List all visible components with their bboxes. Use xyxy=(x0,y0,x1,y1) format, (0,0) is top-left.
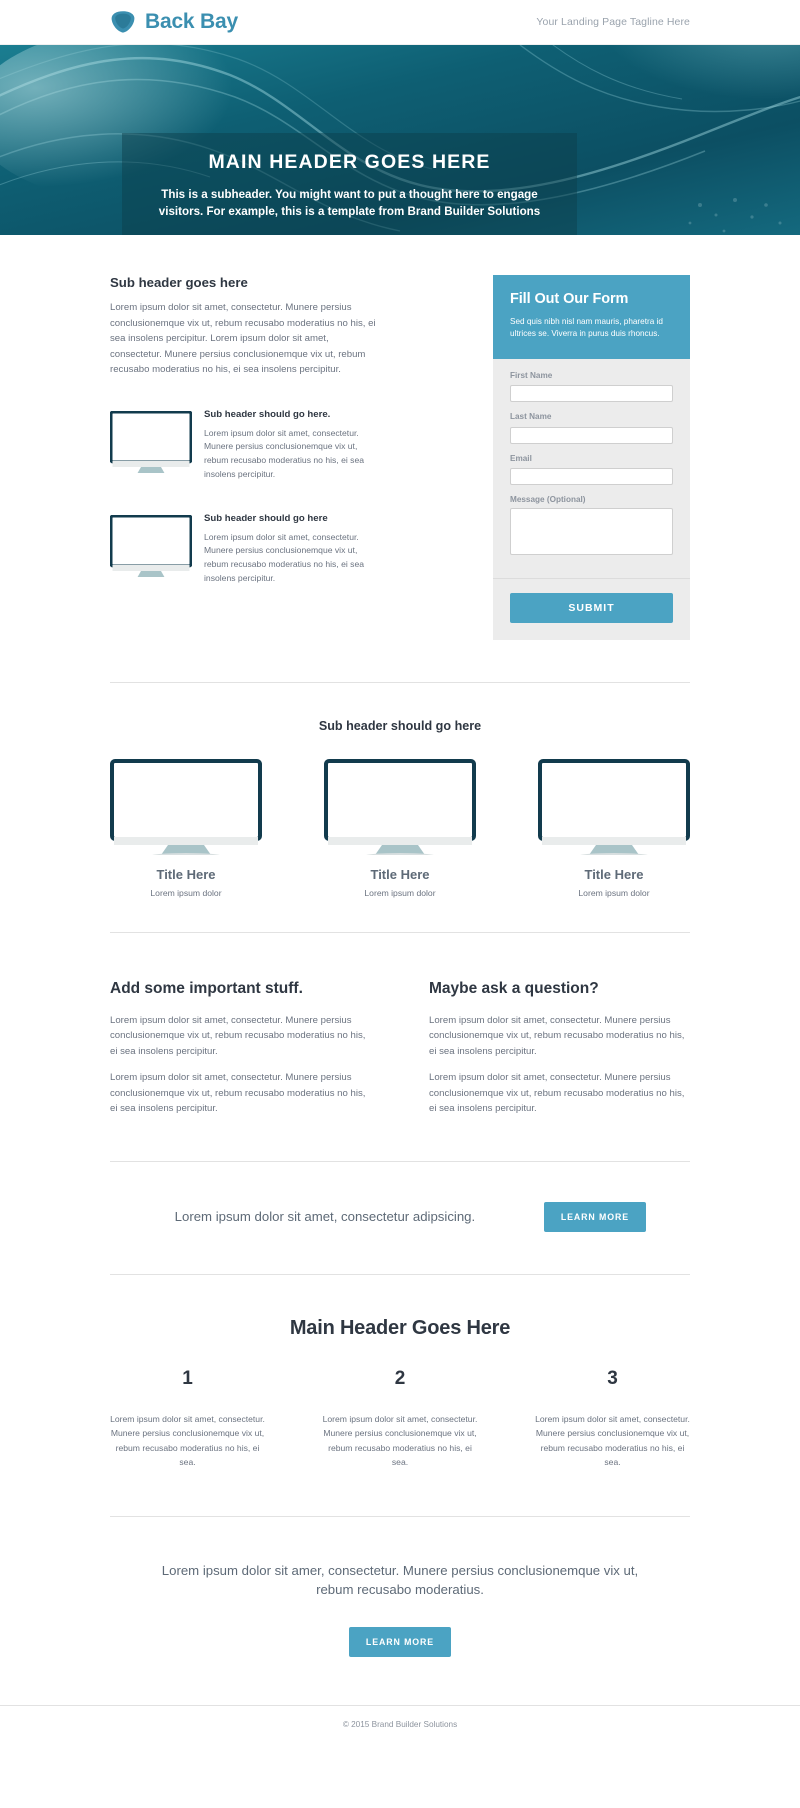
form-subtitle: Sed quis nibh nisl nam mauris, pharetra … xyxy=(510,317,663,339)
numbered-heading: Main Header Goes Here xyxy=(289,1317,511,1339)
learn-more-button[interactable]: LEARN MORE xyxy=(348,1627,452,1658)
feature-description: Lorem ipsum dolor sit amet, consectetur.… xyxy=(204,531,365,583)
numbered-item: 3 Lorem ipsum dolor sit amet, consectetu… xyxy=(535,1368,690,1470)
column-paragraph: Lorem ipsum dolor sit amet, consectetur.… xyxy=(429,1072,685,1115)
form-title: Fill Out Our Form xyxy=(510,291,629,307)
form-footer: SUBMIT xyxy=(493,578,690,641)
column-paragraph: Lorem ipsum dolor sit amet, consectetur.… xyxy=(429,1014,685,1057)
copyright-text: © 2015 Brand Builder Solutions xyxy=(342,1720,458,1730)
brand-name: Back Bay xyxy=(145,10,238,33)
item-number: 1 xyxy=(182,1368,193,1389)
numbered-items: 1 Lorem ipsum dolor sit amet, consectetu… xyxy=(110,1368,690,1470)
column-heading: Add some important stuff. xyxy=(110,980,303,998)
intro-and-form-section: Sub header goes here Lorem ipsum dolor s… xyxy=(110,235,690,641)
numbered-section: Main Header Goes Here 1 Lorem ipsum dolo… xyxy=(110,1275,690,1516)
card-title: Title Here xyxy=(370,867,430,883)
intro-paragraph: Lorem ipsum dolor sit amet, consectetur.… xyxy=(110,302,376,376)
submit-button[interactable]: SUBMIT xyxy=(510,593,673,624)
item-number: 3 xyxy=(607,1368,618,1389)
first-name-field: First Name xyxy=(510,371,673,403)
nav-tagline: Your Landing Page Tagline Here xyxy=(536,16,690,28)
column-heading: Maybe ask a question? xyxy=(429,980,599,998)
hero-section: MAIN HEADER GOES HERE This is a subheade… xyxy=(0,45,800,235)
closing-section: Lorem ipsum dolor sit amer, consectetur.… xyxy=(110,1517,690,1705)
card-subtitle: Lorem ipsum dolor xyxy=(578,888,650,899)
numbered-item: 1 Lorem ipsum dolor sit amet, consectetu… xyxy=(110,1368,265,1470)
page-footer: © 2015 Brand Builder Solutions xyxy=(0,1705,800,1745)
last-name-field: Last Name xyxy=(510,412,673,444)
gem-icon xyxy=(111,11,135,33)
feature-text: Sub header should go here Lorem ipsum do… xyxy=(204,513,377,586)
brand-logo-link[interactable]: Back Bay xyxy=(110,10,238,34)
feature-text: Sub header should go here. Lorem ipsum d… xyxy=(204,409,377,482)
text-column: Add some important stuff. Lorem ipsum do… xyxy=(110,979,371,1117)
section-divider xyxy=(110,1274,690,1275)
contact-form-panel: Fill Out Our Form Sed quis nibh nisl nam… xyxy=(493,275,690,641)
monitor-icon xyxy=(538,759,690,856)
numbered-item: 2 Lorem ipsum dolor sit amet, consectetu… xyxy=(323,1368,478,1470)
section-divider xyxy=(110,682,690,684)
intro-heading: Sub header goes here xyxy=(110,275,248,290)
monitor-icon xyxy=(110,513,192,577)
showcase-card: Title Here Lorem ipsum dolor xyxy=(110,759,262,898)
showcase-card: Title Here Lorem ipsum dolor xyxy=(538,759,690,898)
first-name-input[interactable] xyxy=(510,385,673,403)
message-textarea[interactable] xyxy=(510,508,673,556)
item-text: Lorem ipsum dolor sit amet, consectetur.… xyxy=(535,1414,690,1468)
intro-column: Sub header goes here Lorem ipsum dolor s… xyxy=(110,275,395,640)
item-number: 2 xyxy=(394,1368,406,1389)
form-header: Fill Out Our Form Sed quis nibh nisl nam… xyxy=(493,275,690,359)
email-label: Email xyxy=(510,453,532,463)
card-title: Title Here xyxy=(584,867,644,883)
card-subtitle: Lorem ipsum dolor xyxy=(150,888,222,899)
column-paragraph: Lorem ipsum dolor sit amet, consectetur.… xyxy=(110,1014,366,1057)
message-field: Message (Optional) xyxy=(510,495,673,560)
showcase-card: Title Here Lorem ipsum dolor xyxy=(324,759,476,898)
text-column: Maybe ask a question? Lorem ipsum dolor … xyxy=(429,979,690,1117)
card-title: Title Here xyxy=(156,867,216,883)
feature-title: Sub header should go here xyxy=(204,512,328,524)
feature-item: Sub header should go here Lorem ipsum do… xyxy=(110,513,377,586)
item-text: Lorem ipsum dolor sit amet, consectetur.… xyxy=(322,1414,478,1468)
page-content: Sub header goes here Lorem ipsum dolor s… xyxy=(0,235,800,1705)
item-text: Lorem ipsum dolor sit amet, consectetur.… xyxy=(110,1414,265,1468)
learn-more-button[interactable]: LEARN MORE xyxy=(543,1202,646,1232)
form-fields: First Name Last Name Email Message (Opti… xyxy=(493,359,690,579)
top-navigation-bar: Back Bay Your Landing Page Tagline Here xyxy=(0,0,800,45)
section-divider xyxy=(110,1515,690,1517)
monitor-icon xyxy=(110,409,192,473)
showcase-section: Sub header should go here Title Here Lor… xyxy=(110,683,690,932)
cta-strip: Lorem ipsum dolor sit amet, consectetur … xyxy=(110,1162,690,1274)
email-field: Email xyxy=(510,454,673,486)
last-name-input[interactable] xyxy=(510,426,673,444)
landing-page: Back Bay Your Landing Page Tagline Here xyxy=(0,0,800,1746)
monitor-icon xyxy=(110,759,262,856)
first-name-label: First Name xyxy=(510,370,553,380)
hero-text-box: MAIN HEADER GOES HERE This is a subheade… xyxy=(122,133,577,235)
monitor-icon xyxy=(324,759,476,856)
two-column-text-section: Add some important stuff. Lorem ipsum do… xyxy=(110,933,690,1161)
form-column: Fill Out Our Form Sed quis nibh nisl nam… xyxy=(493,275,690,641)
closing-text: Lorem ipsum dolor sit amer, consectetur.… xyxy=(161,1562,639,1597)
feature-title: Sub header should go here. xyxy=(204,408,331,420)
message-label: Message (Optional) xyxy=(510,495,586,505)
last-name-label: Last Name xyxy=(510,412,552,422)
showcase-cards: Title Here Lorem ipsum dolor Title Here … xyxy=(110,759,690,898)
section-divider xyxy=(110,1161,690,1162)
monitor-graphic xyxy=(110,514,192,577)
column-paragraph: Lorem ipsum dolor sit amet, consectetur.… xyxy=(110,1072,366,1115)
feature-description: Lorem ipsum dolor sit amet, consectetur.… xyxy=(204,427,365,479)
cta-text: Lorem ipsum dolor sit amet, consectetur … xyxy=(174,1208,476,1224)
showcase-heading: Sub header should go here xyxy=(318,719,482,734)
card-subtitle: Lorem ipsum dolor xyxy=(364,888,436,899)
hero-title: MAIN HEADER GOES HERE xyxy=(208,151,491,173)
email-input[interactable] xyxy=(510,468,673,486)
feature-item: Sub header should go here. Lorem ipsum d… xyxy=(110,409,377,482)
hero-subtitle: This is a subheader. You might want to p… xyxy=(158,188,541,219)
monitor-graphic xyxy=(110,410,192,473)
section-divider xyxy=(110,932,690,934)
